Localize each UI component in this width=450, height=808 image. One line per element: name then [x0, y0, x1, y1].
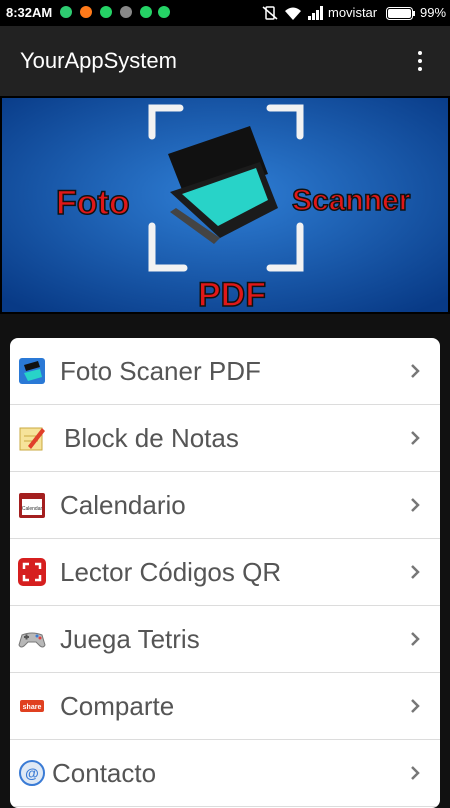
menu-item-label: Lector Códigos QR	[60, 557, 282, 587]
whatsapp-icon	[100, 6, 112, 18]
share-icon-text: share	[23, 704, 42, 711]
more-vert-dot	[418, 67, 422, 71]
chevron-right-icon	[411, 632, 420, 646]
signal-icon	[308, 6, 323, 20]
whatsapp-icon	[140, 6, 152, 18]
vibrate-off-icon	[262, 6, 278, 20]
banner-word-left: Foto	[56, 184, 130, 222]
scanner-icon	[19, 358, 45, 384]
menu-item-label: Calendario	[60, 490, 186, 520]
notification-app-icon	[60, 6, 72, 18]
menu-item-calendario[interactable]: Calendar Calendario	[10, 472, 440, 539]
banner-word-bottom: PDF	[198, 276, 266, 314]
menu-item-lector-qr[interactable]: Lector Códigos QR	[10, 539, 440, 606]
notification-app-icon	[80, 6, 92, 18]
share-icon: share	[20, 700, 44, 712]
app-bar: YourAppSystem	[0, 26, 450, 96]
menu-item-foto-scaner[interactable]: Foto Scaner PDF	[10, 338, 440, 405]
menu-item-label: Contacto	[52, 758, 157, 788]
menu-item-label: Juega Tetris	[60, 624, 200, 654]
chevron-right-icon	[411, 498, 420, 512]
menu-item-comparte[interactable]: share Comparte	[10, 673, 440, 740]
menu-item-contacto[interactable]: @ Contacto	[10, 740, 440, 807]
menu-list: Foto Scaner PDF Block de Notas Calendar …	[10, 338, 440, 808]
chevron-right-icon	[411, 431, 420, 445]
menu-item-block-notas[interactable]: Block de Notas	[10, 405, 440, 472]
more-vert-dot	[418, 59, 422, 63]
chevron-right-icon	[411, 699, 420, 713]
battery-percent: 99%	[420, 5, 447, 20]
qr-scanner-icon	[18, 558, 46, 586]
status-time: 8:32AM	[6, 5, 53, 20]
carrier-name: movistar	[328, 5, 378, 20]
notepad-icon	[19, 427, 45, 451]
more-vert-icon	[418, 51, 422, 55]
banner-word-right: Scanner	[292, 184, 411, 217]
chevron-right-icon	[411, 565, 420, 579]
gamepad-icon	[18, 632, 46, 648]
calendar-icon: Calendar	[19, 493, 45, 518]
app-banner: Foto Scanner PDF	[0, 96, 450, 314]
menu-item-juega-tetris[interactable]: Juega Tetris	[10, 606, 440, 673]
notification-app-icon	[120, 6, 132, 18]
menu-item-label: Comparte	[60, 691, 175, 721]
status-bar: 8:32AM movistar 99%	[0, 0, 450, 26]
menu-item-label: Foto Scaner PDF	[60, 356, 261, 386]
wifi-icon	[285, 7, 301, 20]
calendar-icon-text: Calendar	[22, 506, 43, 512]
overflow-menu-button[interactable]	[410, 46, 430, 76]
whatsapp-icon	[158, 6, 170, 18]
battery-icon	[386, 7, 415, 20]
chevron-right-icon	[411, 766, 420, 780]
chevron-right-icon	[411, 364, 420, 378]
contact-icon: @	[19, 760, 45, 786]
menu-item-label: Block de Notas	[64, 423, 239, 453]
svg-text:@: @	[25, 765, 39, 781]
banner-image: Foto Scanner PDF	[2, 98, 448, 314]
app-title: YourAppSystem	[20, 48, 177, 73]
